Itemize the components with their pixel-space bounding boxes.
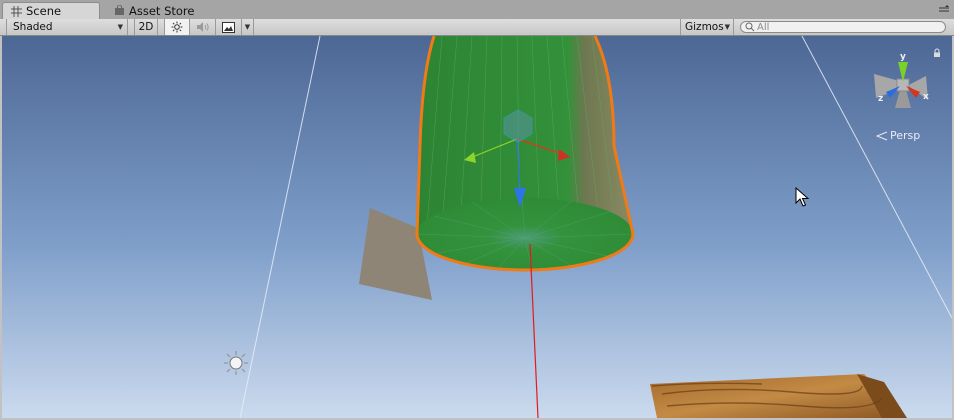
- scene-effects-button[interactable]: [216, 19, 242, 35]
- tab-strip: Scene Asset Store: [0, 0, 954, 20]
- gizmo-z-label: z: [878, 94, 883, 104]
- image-effects-icon: [222, 21, 235, 33]
- chevron-down-icon: ▼: [724, 23, 730, 31]
- selected-cylinder[interactable]: [415, 36, 635, 272]
- effects-dropdown[interactable]: ▼: [242, 19, 254, 35]
- perspective-icon: [876, 131, 888, 140]
- orientation-gizmo[interactable]: y x z: [868, 50, 938, 120]
- speaker-icon: [196, 22, 209, 32]
- mouse-pointer-icon: [795, 187, 809, 207]
- chevron-down-icon: ▼: [244, 23, 251, 31]
- directional-light-icon[interactable]: [224, 351, 248, 375]
- unity-scene-window: Scene Asset Store Shaded ▼ 2D ▼ Gizmos ▼…: [0, 0, 954, 420]
- tab-asset-store[interactable]: Asset Store: [106, 2, 226, 19]
- search-input[interactable]: [757, 21, 937, 33]
- draw-mode-label: Shaded: [13, 21, 53, 33]
- asset-store-bag-icon: [115, 5, 124, 15]
- scene-grid-icon: [11, 5, 22, 17]
- gizmos-dropdown[interactable]: Gizmos ▼: [680, 19, 734, 35]
- gizmos-label: Gizmos: [685, 21, 724, 33]
- scene-lighting-button[interactable]: [164, 19, 190, 35]
- 2d-toggle-label: 2D: [138, 21, 154, 33]
- tab-scene[interactable]: Scene: [2, 2, 100, 19]
- projection-label: Persp: [890, 129, 921, 142]
- gizmo-x-label: x: [923, 92, 929, 102]
- scene-audio-button[interactable]: [190, 19, 216, 35]
- 2d-toggle-button[interactable]: 2D: [134, 19, 158, 35]
- tab-scene-label: Scene: [26, 4, 62, 18]
- lock-icon[interactable]: [932, 48, 942, 58]
- draw-mode-dropdown[interactable]: Shaded ▼: [6, 19, 128, 35]
- tab-menu-icon[interactable]: [938, 5, 950, 15]
- sun-icon: [171, 21, 183, 33]
- tab-asset-store-label: Asset Store: [129, 3, 195, 18]
- scene-canvas[interactable]: [2, 36, 952, 418]
- gizmo-y-label: y: [900, 52, 906, 62]
- scene-viewport[interactable]: y x z Persp: [2, 36, 952, 418]
- search-icon: [745, 22, 755, 32]
- projection-toggle[interactable]: Persp: [876, 129, 920, 142]
- scene-toolbar: Shaded ▼ 2D ▼ Gizmos ▼ All: [0, 19, 954, 36]
- chevron-down-icon: ▼: [117, 23, 123, 31]
- search-field[interactable]: [740, 21, 946, 33]
